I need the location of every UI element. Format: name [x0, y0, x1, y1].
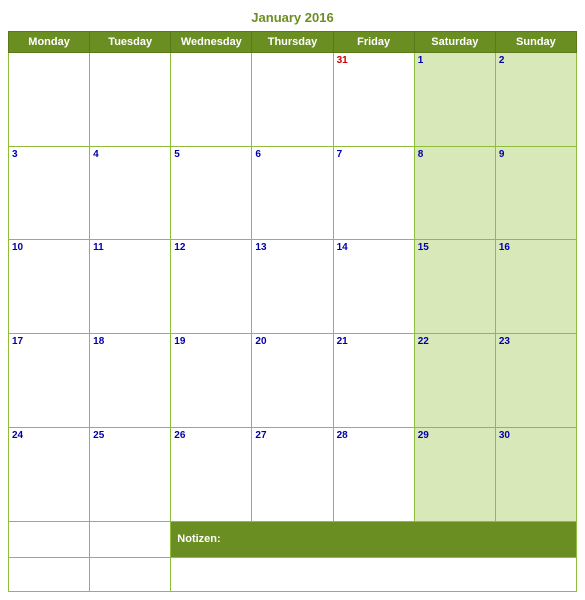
day-number: 30 [499, 430, 573, 441]
calendar-title: January 2016 [8, 10, 577, 25]
day-cell: 23 [495, 334, 576, 428]
day-number: 13 [255, 242, 329, 253]
notes-label-cell: Notizen: [171, 521, 577, 557]
day-cell: 11 [90, 240, 171, 334]
day-number: 21 [337, 336, 411, 347]
header-thursday: Thursday [252, 32, 333, 53]
day-number: 20 [255, 336, 329, 347]
day-cell [90, 53, 171, 147]
day-cell: 31 [333, 53, 414, 147]
day-cell: 19 [171, 334, 252, 428]
header-row: Monday Tuesday Wednesday Thursday Friday… [9, 32, 577, 53]
notes-row: Notizen: [9, 521, 577, 557]
day-cell: 6 [252, 146, 333, 240]
day-number: 9 [499, 149, 573, 160]
calendar-table: Monday Tuesday Wednesday Thursday Friday… [8, 31, 577, 592]
header-monday: Monday [9, 32, 90, 53]
day-cell [171, 53, 252, 147]
week-row-3: 10 11 12 13 14 15 16 [9, 240, 577, 334]
day-cell: 26 [171, 427, 252, 521]
week-row-1: 31 12 [9, 53, 577, 147]
day-number: 10 [12, 242, 86, 253]
day-number: 15 [418, 242, 492, 253]
day-number: 31 [337, 55, 411, 66]
week-row-4: 17 18 19 20 21 22 23 [9, 334, 577, 428]
header-friday: Friday [333, 32, 414, 53]
header-wednesday: Wednesday [171, 32, 252, 53]
day-cell: 21 [333, 334, 414, 428]
day-number: 14 [337, 242, 411, 253]
day-cell: 30 [495, 427, 576, 521]
last-spacer [171, 558, 577, 592]
header-sunday: Sunday [495, 32, 576, 53]
day-cell: 3 [9, 146, 90, 240]
day-cell: 20 [252, 334, 333, 428]
week-row-2: 3456789 [9, 146, 577, 240]
day-cell: 5 [171, 146, 252, 240]
day-cell: 16 [495, 240, 576, 334]
day-cell: 9 [495, 146, 576, 240]
day-number: 27 [255, 430, 329, 441]
day-number: 12 [174, 242, 248, 253]
day-number: 5 [174, 149, 248, 160]
day-number: 17 [12, 336, 86, 347]
header-tuesday: Tuesday [90, 32, 171, 53]
day-number: 22 [418, 336, 492, 347]
last-empty-cell [90, 558, 171, 592]
day-number: 6 [255, 149, 329, 160]
day-cell: 22 [414, 334, 495, 428]
day-number: 1 [418, 55, 492, 66]
day-number: 19 [174, 336, 248, 347]
day-cell: 29 [414, 427, 495, 521]
notes-empty-cell [90, 521, 171, 557]
day-cell: 28 [333, 427, 414, 521]
day-cell: 13 [252, 240, 333, 334]
day-number: 29 [418, 430, 492, 441]
day-cell: 18 [90, 334, 171, 428]
day-number: 11 [93, 242, 167, 253]
day-cell: 25 [90, 427, 171, 521]
day-cell: 4 [90, 146, 171, 240]
day-cell: 2 [495, 53, 576, 147]
header-saturday: Saturday [414, 32, 495, 53]
day-number: 24 [12, 430, 86, 441]
day-cell: 14 [333, 240, 414, 334]
day-cell: 1 [414, 53, 495, 147]
day-number: 8 [418, 149, 492, 160]
day-number: 3 [12, 149, 86, 160]
last-empty-cell [9, 558, 90, 592]
day-number: 4 [93, 149, 167, 160]
day-number: 16 [499, 242, 573, 253]
week-row-5: 24 25 26 27 28 29 30 [9, 427, 577, 521]
last-row [9, 558, 577, 592]
day-number: 23 [499, 336, 573, 347]
day-cell [9, 53, 90, 147]
day-cell [252, 53, 333, 147]
calendar-page: January 2016 Monday Tuesday Wednesday Th… [0, 0, 585, 600]
day-cell: 24 [9, 427, 90, 521]
day-number: 26 [174, 430, 248, 441]
day-cell: 27 [252, 427, 333, 521]
day-cell: 15 [414, 240, 495, 334]
day-cell: 17 [9, 334, 90, 428]
day-number: 2 [499, 55, 573, 66]
day-number: 28 [337, 430, 411, 441]
day-cell: 8 [414, 146, 495, 240]
day-cell: 7 [333, 146, 414, 240]
notes-empty-cell [9, 521, 90, 557]
day-cell: 10 [9, 240, 90, 334]
day-number: 18 [93, 336, 167, 347]
day-number: 25 [93, 430, 167, 441]
day-cell: 12 [171, 240, 252, 334]
day-number: 7 [337, 149, 411, 160]
